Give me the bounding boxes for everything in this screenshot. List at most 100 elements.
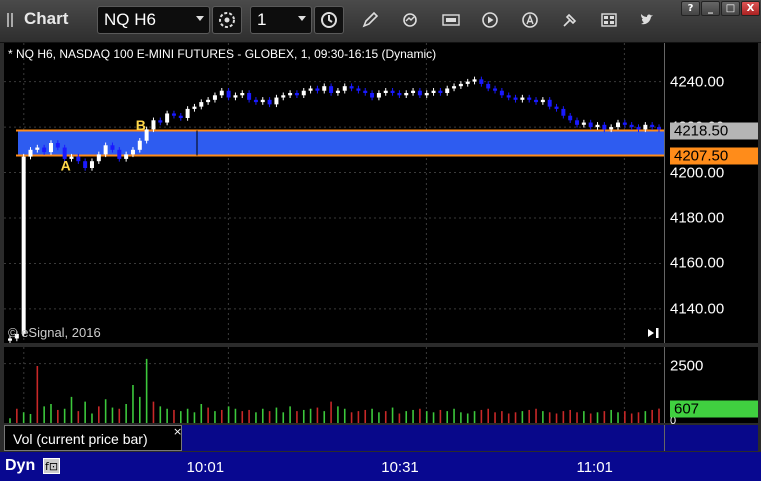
candle-up: [199, 99, 204, 110]
candle-up: [260, 97, 265, 105]
candle-up: [301, 88, 306, 98]
candle-down: [499, 88, 504, 98]
candle-down: [527, 94, 532, 103]
candle-down: [247, 90, 252, 103]
candle-up: [308, 85, 313, 94]
refresh-icon[interactable]: [401, 11, 419, 29]
alert-icon[interactable]: [521, 11, 539, 29]
marker-b: B: [136, 117, 146, 133]
candle-up: [288, 90, 293, 98]
grip-icon[interactable]: [6, 12, 18, 28]
tools-icon[interactable]: [561, 11, 579, 29]
candle-down: [629, 122, 634, 130]
help-button[interactable]: ?: [681, 1, 700, 16]
study-tab[interactable]: Vol (current price bar) ×: [4, 425, 182, 451]
maximize-button[interactable]: □: [721, 1, 740, 16]
fit-icon[interactable]: f⊡: [43, 458, 60, 474]
chevron-down-icon: [298, 16, 306, 21]
window-title: Chart: [24, 9, 69, 28]
candle-down: [226, 88, 231, 101]
volume-pane[interactable]: [4, 347, 664, 423]
interval-selector[interactable]: 1: [250, 6, 312, 34]
y-tick-label: 4240.00: [670, 73, 725, 91]
candle-down: [493, 85, 498, 94]
volume-axis[interactable]: 2500 0 607: [664, 347, 758, 427]
candle-up: [465, 78, 470, 87]
candle-down: [370, 90, 375, 101]
candle-up: [404, 90, 409, 98]
y-tick-label: 4140.00: [670, 300, 725, 318]
symbol-value: NQ H6: [104, 10, 156, 29]
x-tick-label: 10:01: [186, 459, 225, 476]
x-tick-label: 11:01: [576, 459, 613, 476]
minimize-button[interactable]: _: [701, 1, 720, 16]
candle-down: [417, 88, 422, 98]
candle-up: [520, 94, 525, 103]
candle-up: [192, 103, 197, 112]
go-to-latest-icon[interactable]: [646, 326, 662, 340]
candle-up: [335, 88, 340, 96]
candle-up: [376, 90, 381, 101]
price-pane[interactable]: AB * NQ H6, NASDAQ 100 E-MINI FUTURES - …: [4, 43, 664, 343]
candle-up: [383, 88, 388, 96]
candle-down: [329, 83, 334, 96]
candle-down: [568, 113, 573, 123]
candle-down: [397, 90, 402, 98]
footer-mode-label[interactable]: Dyn: [5, 457, 35, 475]
candle-up: [452, 83, 457, 92]
time-axis[interactable]: Dyn f⊡ 10:01 10:31 11:01: [0, 452, 761, 481]
candle-up: [89, 158, 94, 171]
close-button[interactable]: X: [741, 1, 760, 16]
candle-down: [534, 97, 539, 105]
play-icon[interactable]: [481, 11, 499, 29]
interval-link-button[interactable]: [314, 6, 344, 34]
candle-down: [171, 110, 176, 119]
study-label-axis: [664, 425, 758, 451]
y-tick-label: 4200.00: [670, 164, 725, 182]
study-label: Vol (current price bar): [13, 431, 148, 447]
y-tick-label: 4160.00: [670, 254, 725, 272]
candle-up: [185, 106, 190, 121]
symbol-selector[interactable]: NQ H6: [97, 6, 210, 34]
candle-down: [561, 106, 566, 119]
chart-window: Chart NQ H6 1 ? _ □ X A B * NQ H6, NASDA…: [0, 0, 761, 481]
candle-up: [219, 88, 224, 98]
candle-down: [390, 88, 395, 96]
candle-down: [506, 92, 511, 101]
pencil-icon[interactable]: [361, 11, 379, 29]
data-window-icon[interactable]: [441, 11, 461, 29]
candle-down: [294, 90, 299, 98]
candle-up: [274, 94, 279, 108]
chart-info-title: * NQ H6, NASDAQ 100 E-MINI FUTURES - GLO…: [8, 47, 437, 61]
tweet-icon[interactable]: [638, 11, 656, 29]
candle-down: [356, 85, 361, 94]
price-tag-gray: 4218.50: [670, 122, 758, 139]
candle-up: [458, 81, 463, 89]
candle-up: [233, 92, 238, 101]
symbol-link-button[interactable]: [212, 6, 242, 34]
candle-down: [253, 97, 258, 105]
candle-down: [363, 88, 368, 96]
candle-up: [206, 97, 211, 105]
toolbar: Chart NQ H6 1 ? _ □ X: [0, 0, 761, 43]
candle-down: [267, 97, 272, 108]
candle-down: [575, 117, 580, 128]
candle-up: [281, 92, 286, 101]
clock-icon: [321, 12, 337, 28]
study-label-bar: Vol (current price bar) ×: [4, 425, 664, 451]
y-tick-label: 4180.00: [670, 209, 725, 227]
candle-up: [322, 83, 327, 94]
chevron-down-icon: [196, 16, 204, 21]
candle-up: [472, 76, 477, 85]
candle-up: [21, 153, 26, 337]
study-close-icon[interactable]: ×: [173, 425, 182, 438]
candle-down: [554, 103, 559, 112]
candle-up: [431, 88, 436, 96]
candle-down: [622, 119, 627, 128]
gear-icon: [219, 12, 235, 28]
candle-down: [438, 88, 443, 96]
candle-up: [240, 90, 245, 98]
zone-fill: [18, 130, 664, 156]
templates-icon[interactable]: [600, 11, 618, 29]
price-axis[interactable]: 4240.004220.004200.004180.004160.004140.…: [664, 43, 758, 343]
